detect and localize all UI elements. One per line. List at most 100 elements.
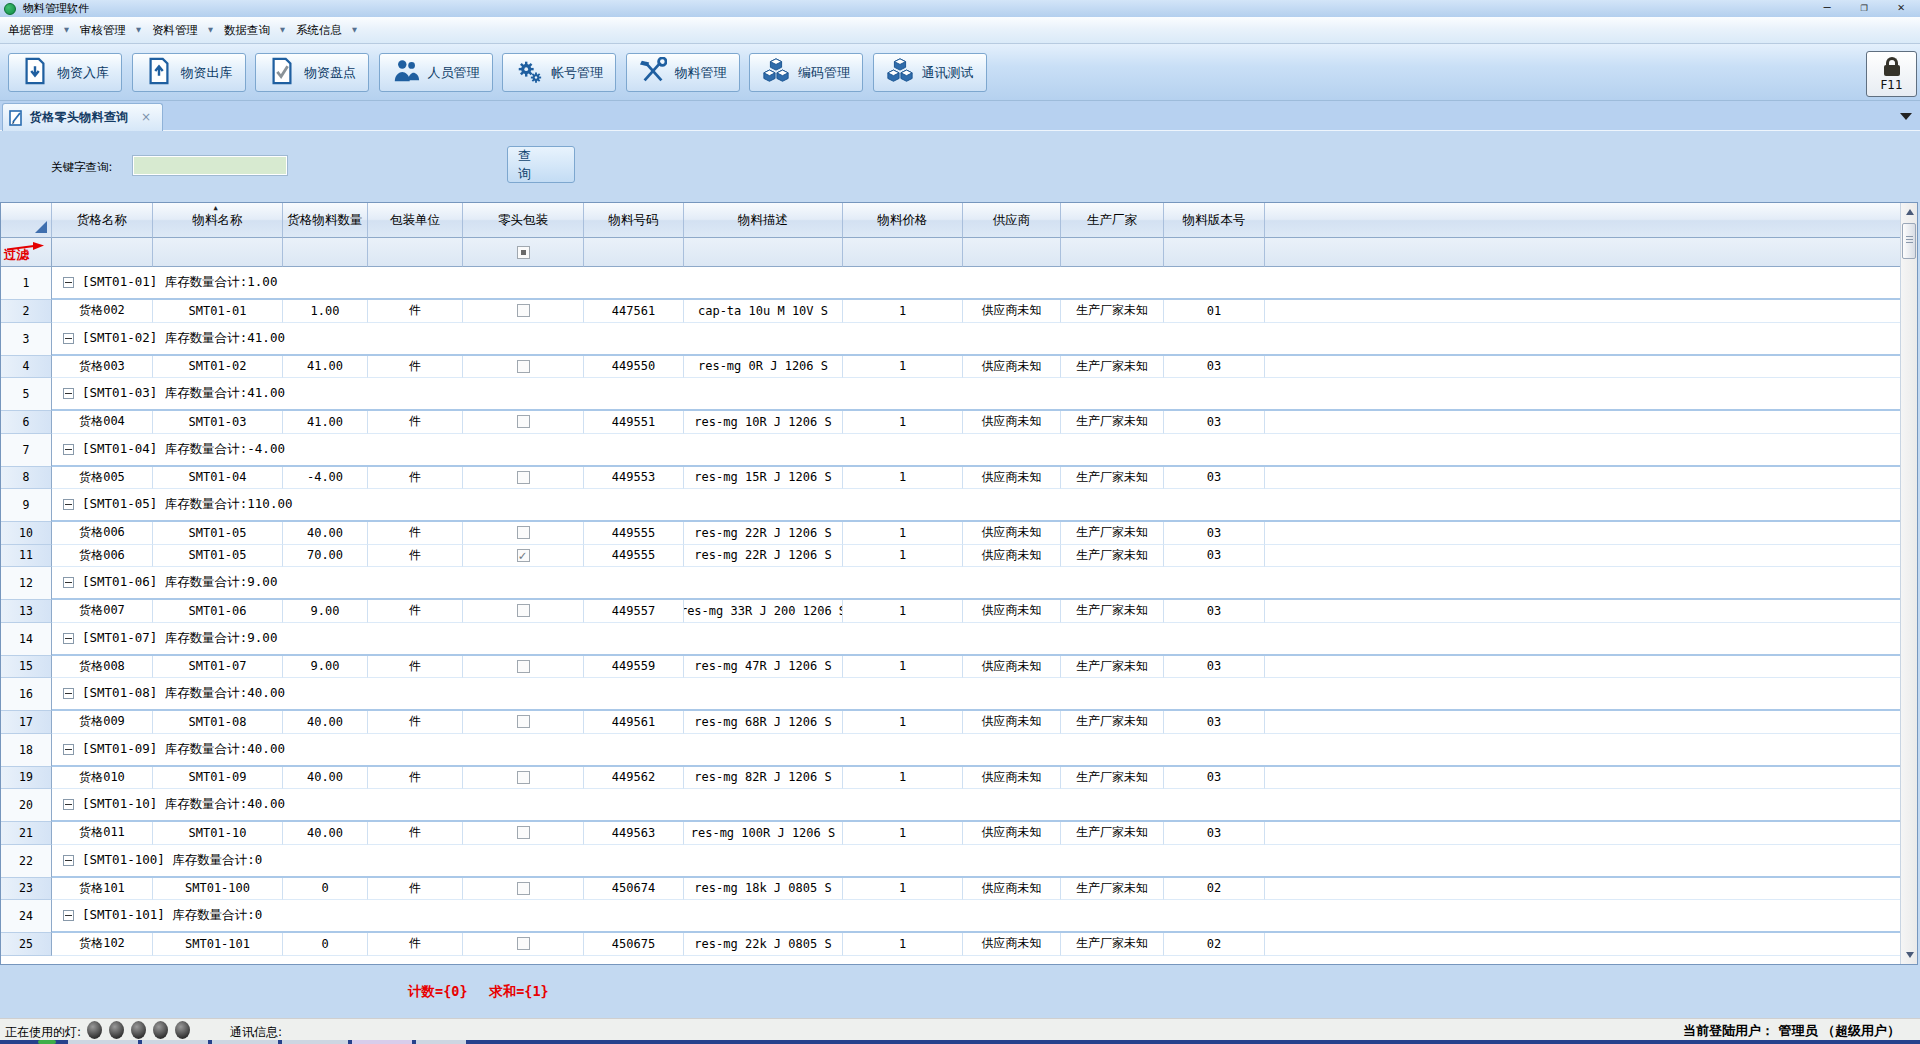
cell[interactable]: 供应商未知 (963, 545, 1061, 568)
group-row[interactable]: 1[SMT01-01] 库存数量合计:1.00 (1, 267, 1900, 300)
cell[interactable]: 41.00 (283, 356, 368, 379)
row-checkbox[interactable] (517, 771, 530, 784)
cell[interactable]: 1 (843, 411, 963, 434)
cell[interactable]: 生产厂家未知 (1061, 545, 1164, 568)
cell[interactable]: 1.00 (283, 300, 368, 323)
cell[interactable]: 生产厂家未知 (1061, 411, 1164, 434)
row-checkbox[interactable] (517, 715, 530, 728)
cell[interactable]: 件 (368, 300, 463, 323)
column-header-5[interactable]: 物料号码 (584, 203, 684, 238)
cell[interactable]: 40.00 (283, 767, 368, 790)
cell[interactable]: 货格011 (52, 822, 153, 845)
cell[interactable]: 生产厂家未知 (1061, 522, 1164, 545)
cell[interactable]: 9.00 (283, 600, 368, 623)
toolbar-button-6[interactable]: 编码管理 (749, 53, 863, 92)
cell[interactable]: 货格004 (52, 411, 153, 434)
cell[interactable]: 件 (368, 711, 463, 734)
query-button[interactable]: 查 询 (507, 146, 575, 183)
column-header-1[interactable]: 物料名称▲ (153, 203, 283, 238)
cell[interactable]: 供应商未知 (963, 711, 1061, 734)
cell[interactable]: res-mg 22k J 0805 S (684, 933, 843, 956)
cell-checkbox[interactable] (463, 522, 584, 545)
cell[interactable]: res-mg 10R J 1206 S (684, 411, 843, 434)
cell[interactable]: res-mg 47R J 1206 S (684, 656, 843, 679)
filter-cell-9[interactable] (1061, 238, 1164, 267)
cell[interactable]: 0 (283, 878, 368, 901)
cell[interactable]: 02 (1164, 878, 1265, 901)
vertical-scrollbar[interactable] (1900, 203, 1917, 964)
cell[interactable]: 生产厂家未知 (1061, 656, 1164, 679)
row-checkbox[interactable] (517, 937, 530, 950)
toolbar-button-5[interactable]: 物料管理 (626, 53, 740, 92)
cell[interactable]: SMT01-05 (153, 522, 283, 545)
cell[interactable]: res-mg 68R J 1206 S (684, 711, 843, 734)
cell[interactable]: 9.00 (283, 656, 368, 679)
filter-cell-0[interactable] (52, 238, 153, 267)
cell[interactable]: 货格003 (52, 356, 153, 379)
cell[interactable]: 1 (843, 656, 963, 679)
column-header-3[interactable]: 包装单位 (368, 203, 463, 238)
filter-cell-7[interactable] (843, 238, 963, 267)
cell[interactable]: 生产厂家未知 (1061, 878, 1164, 901)
cell[interactable]: 01 (1164, 300, 1265, 323)
toolbar-button-2[interactable]: 物资盘点 (255, 53, 369, 92)
cell[interactable]: 件 (368, 411, 463, 434)
cell[interactable]: 1 (843, 545, 963, 568)
menu-item-0[interactable]: 单据管理▼ (8, 20, 69, 41)
cell[interactable]: 件 (368, 878, 463, 901)
collapse-icon[interactable] (63, 499, 74, 510)
collapse-icon[interactable] (63, 744, 74, 755)
filter-cell-8[interactable] (963, 238, 1061, 267)
collapse-icon[interactable] (63, 633, 74, 644)
table-row[interactable]: 2货格002SMT01-011.00件447561cap-ta 10u M 10… (1, 300, 1900, 323)
scrollbar-thumb[interactable] (1902, 223, 1916, 259)
cell[interactable]: 449551 (584, 411, 684, 434)
cell[interactable]: cap-ta 10u M 10V S (684, 300, 843, 323)
filter-cell-6[interactable] (684, 238, 843, 267)
table-row[interactable]: 11货格006SMT01-0570.00件449555res-mg 22R J … (1, 545, 1900, 568)
menu-item-1[interactable]: 审核管理▼ (80, 20, 141, 41)
cell[interactable]: 03 (1164, 600, 1265, 623)
column-header-2[interactable]: 货格物料数量 (283, 203, 368, 238)
cell[interactable]: 03 (1164, 711, 1265, 734)
lock-f11-button[interactable]: F11 (1866, 51, 1917, 97)
cell[interactable]: 生产厂家未知 (1061, 356, 1164, 379)
cell[interactable]: 件 (368, 522, 463, 545)
cell[interactable]: res-mg 22R J 1206 S (684, 545, 843, 568)
cell[interactable]: 件 (368, 822, 463, 845)
collapse-icon[interactable] (63, 577, 74, 588)
row-checkbox[interactable] (517, 304, 530, 317)
cell[interactable]: 货格005 (52, 467, 153, 490)
windows-taskbar[interactable] (0, 1040, 1920, 1044)
cell-checkbox[interactable] (463, 767, 584, 790)
cell[interactable]: 449563 (584, 822, 684, 845)
cell[interactable]: res-mg 22R J 1206 S (684, 522, 843, 545)
cell[interactable]: SMT01-101 (153, 933, 283, 956)
table-row[interactable]: 21货格011SMT01-1040.00件449563res-mg 100R J… (1, 822, 1900, 845)
filter-cell-4[interactable] (463, 238, 584, 267)
collapse-icon[interactable] (63, 688, 74, 699)
cell-checkbox[interactable] (463, 933, 584, 956)
scroll-down-icon[interactable] (1901, 946, 1918, 964)
table-row[interactable]: 17货格009SMT01-0840.00件449561res-mg 68R J … (1, 711, 1900, 734)
filter-cell-1[interactable] (153, 238, 283, 267)
cell[interactable]: 供应商未知 (963, 300, 1061, 323)
cell[interactable]: 1 (843, 767, 963, 790)
cell[interactable]: 449561 (584, 711, 684, 734)
cell[interactable]: 03 (1164, 411, 1265, 434)
cell[interactable]: 449555 (584, 545, 684, 568)
cell[interactable]: 449550 (584, 356, 684, 379)
table-row[interactable]: 6货格004SMT01-0341.00件449551res-mg 10R J 1… (1, 411, 1900, 434)
cell[interactable]: 货格009 (52, 711, 153, 734)
cell[interactable]: 449555 (584, 522, 684, 545)
table-row[interactable]: 4货格003SMT01-0241.00件449550res-mg 0R J 12… (1, 356, 1900, 379)
cell[interactable]: 生产厂家未知 (1061, 600, 1164, 623)
tab-close-icon[interactable]: × (141, 110, 151, 124)
cell[interactable]: 生产厂家未知 (1061, 711, 1164, 734)
collapse-icon[interactable] (63, 388, 74, 399)
cell[interactable]: 生产厂家未知 (1061, 300, 1164, 323)
cell-checkbox[interactable] (463, 600, 584, 623)
cell[interactable]: 1 (843, 300, 963, 323)
cell[interactable]: 03 (1164, 656, 1265, 679)
collapse-icon[interactable] (63, 855, 74, 866)
